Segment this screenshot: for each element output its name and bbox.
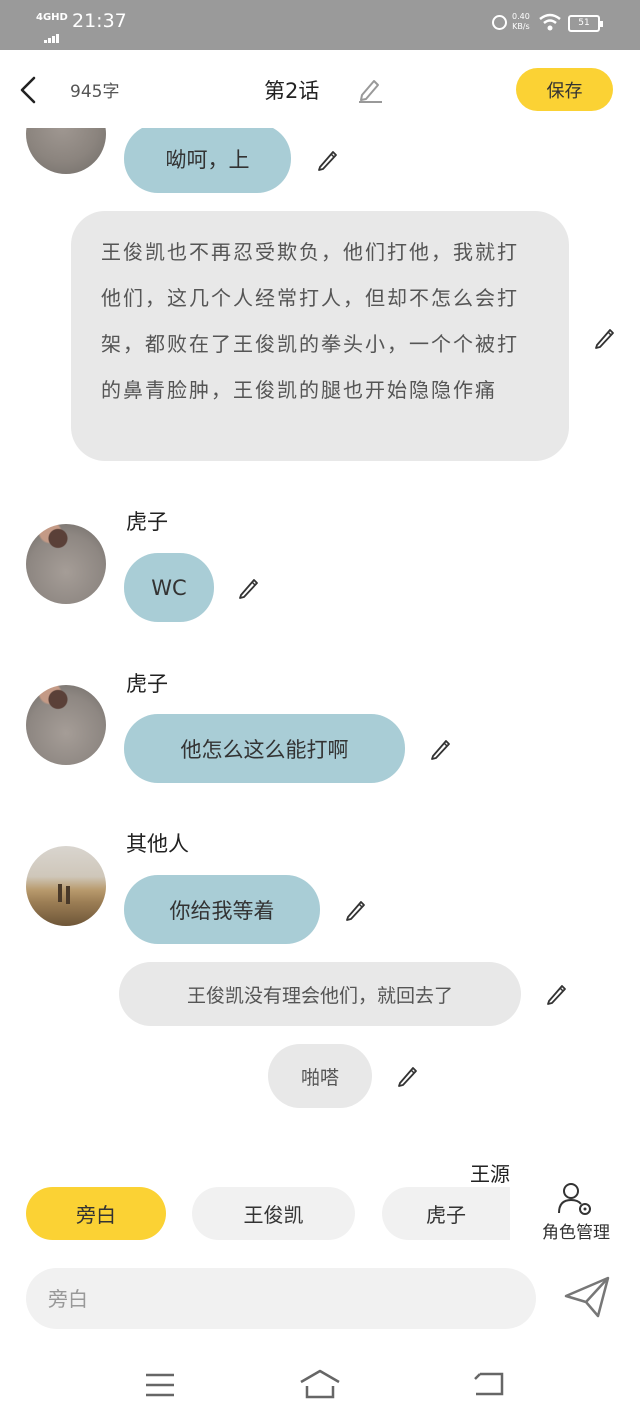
editor-header: 945字 第2话 保存 [0,50,640,128]
avatar[interactable] [26,846,106,926]
dialogue-bubble[interactable]: WC [124,553,214,622]
avatar[interactable] [26,524,106,604]
pencil-icon[interactable] [544,980,570,1006]
dialogue-bubble[interactable]: 呦呵，上 [124,128,291,193]
alarm-icon [492,15,507,30]
pencil-icon[interactable] [236,574,262,600]
send-icon[interactable] [562,1274,612,1320]
narration-bubble[interactable]: 王俊凯也不再忍受欺负，他们打他，我就打他们，这几个人经常打人，但却不怎么会打架，… [71,211,569,461]
avatar[interactable] [26,685,106,765]
signal-icon [44,24,60,43]
pencil-icon[interactable] [356,75,384,103]
network-indicator: 4GHD [36,12,68,23]
role-chip-huzi[interactable]: 虎子 [382,1187,510,1240]
network-speed: 0.40 KB/s [512,12,530,32]
word-count: 945字 [70,82,120,102]
menu-icon[interactable] [144,1372,176,1398]
back-icon[interactable] [14,72,44,108]
network-speed-unit: KB/s [512,22,530,31]
role-chip-narration[interactable]: 旁白 [26,1187,166,1240]
dialogue-bubble[interactable]: 他怎么这么能打啊 [124,714,405,783]
narration-bubble[interactable]: 王俊凯没有理会他们，就回去了 [119,962,521,1026]
composer-area: 王源 旁白 王俊凯 虎子 角色管理 [0,1158,640,1422]
character-name: 其他人 [126,832,189,856]
role-manage-icon [558,1183,591,1215]
pencil-icon[interactable] [428,735,454,761]
home-icon[interactable] [298,1368,342,1400]
pencil-icon[interactable] [315,146,341,172]
save-button[interactable]: 保存 [516,68,613,111]
character-name: 虎子 [126,510,168,534]
script-content[interactable]: 呦呵，上 王俊凯也不再忍受欺负，他们打他，我就打他们，这几个人经常打人，但却不怎… [0,128,640,1158]
return-icon[interactable] [472,1370,506,1398]
pencil-icon[interactable] [592,324,618,350]
role-chip-wangjunkai[interactable]: 王俊凯 [192,1187,355,1240]
dialogue-bubble[interactable]: 你给我等着 [124,875,320,944]
narration-bubble[interactable]: 啪嗒 [268,1044,372,1108]
pencil-icon[interactable] [395,1062,421,1088]
role-chip-label-overflow[interactable]: 王源 [470,1158,510,1187]
battery-icon: 51 [568,15,603,32]
role-manage-label: 角色管理 [542,1223,610,1243]
network-speed-value: 0.40 [512,12,530,21]
pencil-icon[interactable] [343,896,369,922]
character-name: 虎子 [126,672,168,696]
status-bar: 4GHD 21:37 0.40 KB/s 51 [0,0,640,50]
role-manage-button[interactable]: 角色管理 [536,1178,616,1248]
episode-title[interactable]: 第2话 [264,75,319,105]
message-input[interactable] [26,1268,536,1329]
clock: 21:37 [72,10,127,32]
avatar[interactable] [26,128,106,174]
wifi-icon [539,13,561,31]
